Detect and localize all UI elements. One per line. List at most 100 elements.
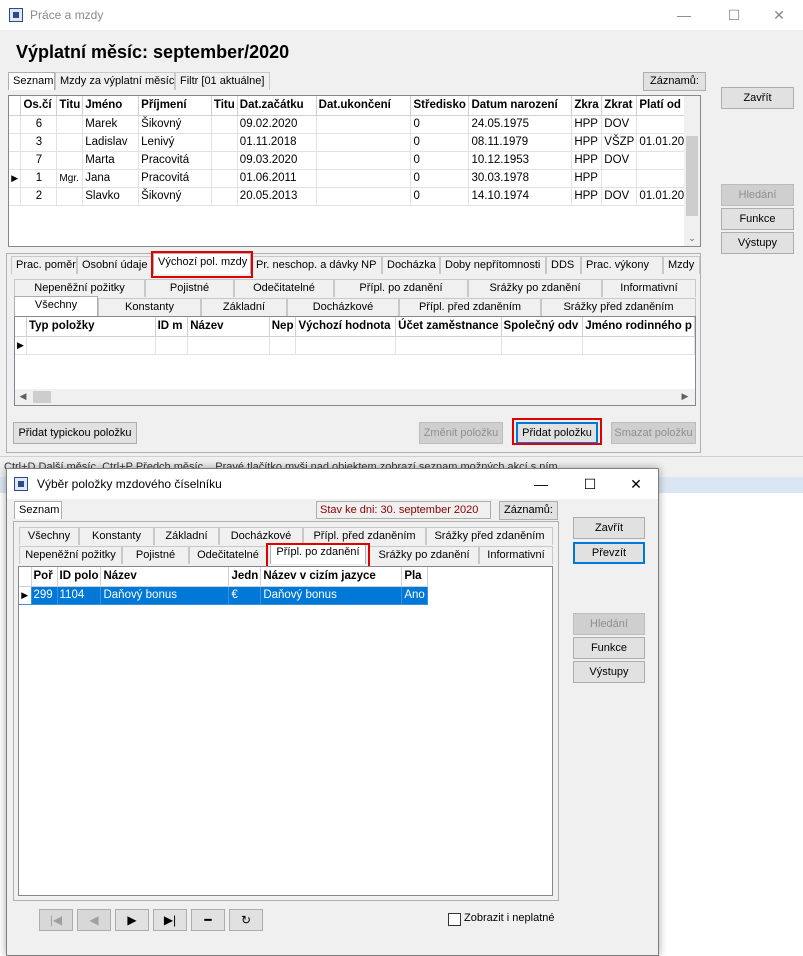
scroll-thumb[interactable] [686, 136, 698, 216]
hledani-button[interactable]: Hledání [721, 184, 794, 206]
cat-tab[interactable]: Srážky po zdanění [369, 546, 479, 564]
maximize-icon[interactable]: ☐ [719, 4, 749, 26]
cat-tab[interactable]: Přípl. po zdanění [334, 279, 468, 297]
prevzit-button[interactable]: Převzít [573, 542, 645, 564]
wage-catalog-grid[interactable]: Poř ID polo Název Jedn Název v cizím jaz… [18, 566, 553, 896]
tab-filtr[interactable]: Filtr [01 aktuálne] [175, 72, 270, 90]
cat-tab[interactable]: Informativní [479, 546, 553, 564]
tab-prac-pomer[interactable]: Prac. poměr [11, 256, 77, 274]
zavrit-button[interactable]: Zavřít [721, 87, 794, 109]
close-icon[interactable]: ✕ [621, 473, 651, 495]
cat-tab[interactable]: Odečitatelné [189, 546, 267, 564]
funkce-button[interactable]: Funkce [573, 637, 645, 659]
cat-tab[interactable]: Všechny [19, 527, 79, 545]
tab-osobni-udaje[interactable]: Osobní údaje [77, 256, 153, 274]
employee-grid[interactable]: Os.čí Titu Jméno Příjmení Titu Dat.začát… [8, 95, 701, 247]
tab-mzdy[interactable]: Mzdy [663, 256, 700, 274]
pridat-typickou-button[interactable]: Přidat typickou položku [13, 422, 137, 444]
table-row[interactable]: ▶ 1 Mgr. Jana Pracovitá 01.06.2011 0 30.… [9, 169, 700, 188]
cat-tab[interactable]: Všechny [14, 296, 98, 316]
cat-tab[interactable]: Pojistné [145, 279, 234, 297]
zavrit-button[interactable]: Zavřít [573, 517, 645, 539]
scroll-left-icon[interactable]: ◀ [15, 391, 31, 402]
last-record-icon[interactable]: ▶| [153, 909, 187, 931]
col-header[interactable]: Titu [56, 96, 84, 116]
employee-grid-vscroll[interactable]: ⌄ [684, 96, 700, 246]
prev-record-icon[interactable]: ◀ [77, 909, 111, 931]
cat-tab[interactable]: Docházkové [287, 298, 399, 316]
minimize-icon[interactable]: — [526, 473, 556, 495]
cat-tab[interactable]: Srážky před zdaněním [541, 298, 696, 316]
table-row-selected[interactable]: ▶ 299 1104 Daňový bonus € Daňový bonus A… [19, 586, 428, 605]
wage-items-grid[interactable]: Typ položky ID m Název Nep Výchozí hodno… [14, 316, 696, 406]
vystupy-button[interactable]: Výstupy [721, 232, 794, 254]
col-header[interactable]: ID m [155, 317, 189, 337]
table-row[interactable]: 2 Slavko Šikovný 20.05.2013 0 14.10.1974… [9, 187, 700, 206]
col-header[interactable]: Pla [401, 567, 428, 587]
col-header[interactable]: Jedn [228, 567, 262, 587]
cat-tab[interactable]: Srážky před zdaněním [426, 527, 553, 545]
col-header[interactable]: Společný odv [501, 317, 584, 337]
col-header[interactable]: Název v cizím jazyce [260, 567, 403, 587]
tab-seznam[interactable]: Seznam [8, 72, 55, 90]
table-row[interactable]: 6 Marek Šikovný 09.02.2020 0 24.05.1975 … [9, 115, 700, 134]
col-header[interactable]: Nep [269, 317, 297, 337]
tab-pr-neschop[interactable]: Pr. neschop. a dávky NP [251, 256, 382, 274]
cat-tab[interactable]: Pojistné [122, 546, 189, 564]
col-header[interactable]: Příjmení [138, 96, 212, 116]
wage-items-hscroll[interactable]: ◀ ▶ [15, 389, 695, 405]
col-header[interactable]: Název [100, 567, 230, 587]
maximize-icon[interactable]: ☐ [575, 473, 605, 495]
col-header[interactable]: Dat.ukončení [316, 96, 412, 116]
refresh-icon[interactable]: ↻ [229, 909, 263, 931]
col-header[interactable]: Datum narození [468, 96, 573, 116]
tab-dochazka[interactable]: Docházka [382, 256, 440, 274]
cat-tab[interactable]: Srážky po zdanění [468, 279, 602, 297]
cat-tab[interactable]: Přípl. před zdaněním [399, 298, 541, 316]
col-header[interactable]: Středisko [410, 96, 470, 116]
vystupy-button[interactable]: Výstupy [573, 661, 645, 683]
col-header[interactable]: Zkra [571, 96, 603, 116]
first-record-icon[interactable]: |◀ [39, 909, 73, 931]
cat-tab[interactable]: Nepeněžní požitky [14, 279, 145, 297]
cat-tab[interactable]: Odečitatelné [234, 279, 334, 297]
minimize-icon[interactable]: — [669, 4, 699, 26]
col-header[interactable]: Výchozí hodnota [295, 317, 397, 337]
col-header[interactable]: Titu [211, 96, 238, 116]
cat-tab[interactable]: Konstanty [98, 298, 201, 316]
col-header[interactable]: Účet zaměstnance [395, 317, 502, 337]
col-header[interactable]: Os.čí [20, 96, 58, 116]
cat-tab[interactable]: Konstanty [79, 527, 154, 545]
cat-tab[interactable]: Základní [154, 527, 219, 545]
col-header[interactable]: Jméno rodinného p [582, 317, 695, 337]
cat-tab[interactable]: Informativní [602, 279, 696, 297]
col-header[interactable]: Název [187, 317, 270, 337]
cat-tab[interactable]: Základní [201, 298, 287, 316]
col-header[interactable]: ID polo [57, 567, 102, 587]
hledani-button[interactable]: Hledání [573, 613, 645, 635]
col-header[interactable]: Dat.začátku [237, 96, 317, 116]
col-header[interactable]: Zkrat [601, 96, 638, 116]
tab-prac-vykony[interactable]: Prac. výkony [581, 256, 663, 274]
cat-tab[interactable]: Nepeněžní požitky [19, 546, 122, 564]
tab-dds[interactable]: DDS [546, 256, 581, 274]
smazat-polozku-button[interactable]: Smazat položku [611, 422, 696, 444]
col-header[interactable]: Poř [31, 567, 58, 587]
close-icon[interactable]: ✕ [764, 4, 794, 26]
tab-seznam[interactable]: Seznam [14, 501, 62, 519]
zaznamu-button[interactable]: Záznamů: [643, 72, 706, 91]
scroll-thumb[interactable] [33, 391, 51, 403]
zaznamu-button[interactable]: Záznamů: [499, 501, 558, 520]
scroll-down-icon[interactable]: ⌄ [684, 233, 700, 244]
funkce-button[interactable]: Funkce [721, 208, 794, 230]
table-row[interactable]: 3 Ladislav Lenivý 01.11.2018 0 08.11.197… [9, 133, 700, 152]
col-header[interactable]: Jméno [82, 96, 140, 116]
table-row[interactable]: 7 Marta Pracovitá 09.03.2020 0 10.12.195… [9, 151, 700, 170]
tab-mzdy-za-mesic[interactable]: Mzdy za výplatní měsíc [55, 72, 175, 90]
delete-record-icon[interactable]: ━ [191, 909, 225, 931]
zmenit-polozku-button[interactable]: Změnit položku [419, 422, 503, 444]
tab-doby-neprit[interactable]: Doby nepřítomnosti [440, 256, 546, 274]
show-invalid-checkbox[interactable] [448, 913, 461, 926]
col-header[interactable]: Typ položky [26, 317, 156, 337]
next-record-icon[interactable]: ▶ [115, 909, 149, 931]
